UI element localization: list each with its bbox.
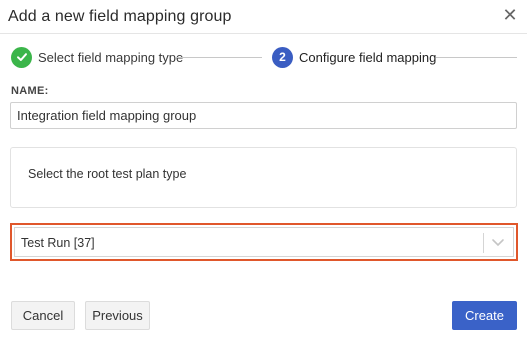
step-configure[interactable]: 2 Configure field mapping — [272, 45, 436, 69]
step-label: Select field mapping type — [38, 49, 184, 65]
prompt-box: Select the root test plan type — [10, 147, 517, 208]
select-value: Test Run [37] — [21, 236, 95, 250]
prompt-text: Select the root test plan type — [28, 167, 187, 181]
step-connector — [176, 57, 262, 58]
close-icon[interactable]: ✕ — [500, 5, 520, 25]
name-label: NAME: — [11, 85, 49, 97]
step-label: Configure field mapping — [299, 49, 437, 65]
step-select-type[interactable]: Select field mapping type — [11, 45, 183, 69]
name-input[interactable] — [10, 102, 517, 129]
select-control[interactable]: Test Run [37] — [14, 227, 514, 257]
chevron-down-icon[interactable] — [491, 235, 505, 249]
checkmark-icon — [11, 46, 32, 68]
step-connector — [436, 57, 517, 58]
cancel-button[interactable]: Cancel — [11, 301, 75, 330]
wizard-stepper: Select field mapping type 2 Configure fi… — [0, 45, 527, 69]
select-divider — [483, 233, 484, 253]
step-number: 2 — [272, 46, 293, 68]
create-button[interactable]: Create — [452, 301, 517, 330]
dialog-header: Add a new field mapping group ✕ — [0, 0, 527, 34]
previous-button[interactable]: Previous — [85, 301, 150, 330]
dialog-title: Add a new field mapping group — [8, 8, 232, 25]
test-plan-type-select[interactable]: Test Run [37] — [10, 223, 518, 261]
